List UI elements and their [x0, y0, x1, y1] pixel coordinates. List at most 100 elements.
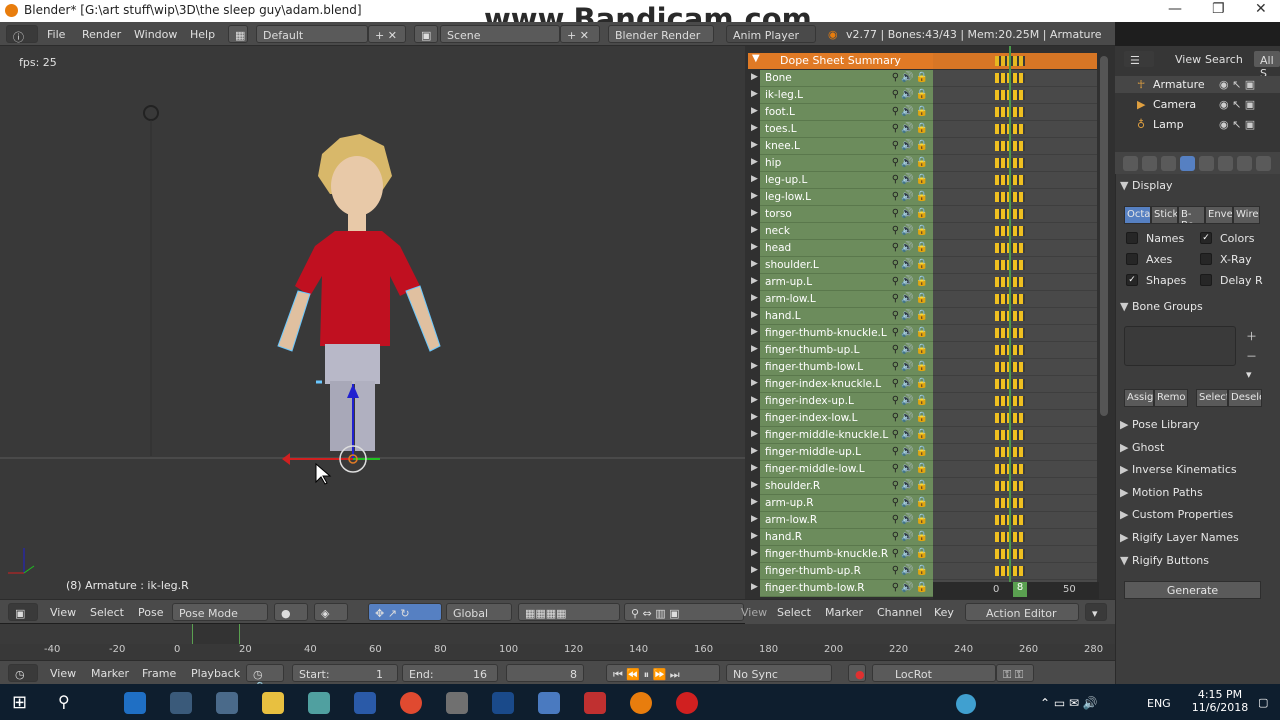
bone-group-list[interactable]	[1124, 326, 1236, 366]
channel-row[interactable]: ▶ finger-index-low.L ⚲🔊🔒	[751, 410, 933, 427]
app-icon-2[interactable]	[308, 692, 330, 714]
xray-checkbox[interactable]	[1200, 253, 1212, 265]
constraint-tab-icon[interactable]	[1218, 156, 1233, 171]
tray-icons[interactable]: ⌃ ▭ ✉ 🔊	[1040, 696, 1098, 710]
remove-icon[interactable]: －	[1246, 348, 1257, 364]
channel-row[interactable]: ▶ leg-low.L ⚲🔊🔒	[751, 189, 933, 206]
record-button[interactable]: ●	[848, 664, 866, 682]
menu-view[interactable]: View	[741, 606, 767, 619]
physics-tab-icon[interactable]	[1256, 156, 1271, 171]
channel-row[interactable]: ▶ shoulder.R ⚲🔊🔒	[751, 478, 933, 495]
menu-frame[interactable]: Frame	[142, 667, 176, 680]
section-bone-groups[interactable]: ▼ Bone Groups	[1120, 300, 1266, 320]
delay-checkbox[interactable]	[1200, 274, 1212, 286]
store-icon[interactable]	[216, 692, 238, 714]
channel-row[interactable]: ▶ arm-low.L ⚲🔊🔒	[751, 291, 933, 308]
add-icon[interactable]: ＋	[1246, 328, 1257, 344]
dope-sheet-scrollbar[interactable]	[1100, 56, 1108, 416]
channel-row[interactable]: ▶ torso ⚲🔊🔒	[751, 206, 933, 223]
maximize-icon[interactable]: ❐	[1212, 1, 1225, 17]
layout-icon[interactable]: ▦	[228, 25, 248, 43]
sync-select[interactable]: No Sync	[726, 664, 832, 682]
menu-search[interactable]: Search	[1205, 53, 1243, 66]
windows-start-icon[interactable]: ⊞	[12, 692, 34, 714]
bandicam-icon[interactable]	[676, 692, 698, 714]
outliner-row-lamp[interactable]: ♁ Lamp ◉ ↖ ▣	[1115, 116, 1280, 133]
menu-view[interactable]: View	[1175, 53, 1201, 66]
channel-row[interactable]: ▶ shoulder.L ⚲🔊🔒	[751, 257, 933, 274]
outliner-row-armature[interactable]: ☥ Armature ◉ ↖ ▣	[1115, 76, 1280, 93]
chrome-icon[interactable]	[400, 692, 422, 714]
3d-viewport[interactable]	[0, 46, 745, 599]
anim-player-button[interactable]: Anim Player	[726, 25, 816, 43]
section-rigify-layer-names[interactable]: ▶ Rigify Layer Names	[1120, 531, 1266, 551]
section-motion-paths[interactable]: ▶ Motion Paths	[1120, 486, 1266, 506]
outliner[interactable]: ☰ View Search All S ☥ Armature ◉ ↖ ▣ ▶ Came…	[1115, 46, 1280, 152]
file-explorer-icon[interactable]	[262, 692, 284, 714]
remove-button[interactable]: Remo	[1154, 389, 1188, 407]
texture-tab-icon[interactable]	[1237, 156, 1252, 171]
channel-row[interactable]: ▶ finger-index-knuckle.L ⚲🔊🔒	[751, 376, 933, 393]
assign-button[interactable]: Assign	[1124, 389, 1154, 407]
timeline-ruler[interactable]: -40 -20 0 20 40 60 80 100 120 140 160 180 200 220 240 2…	[0, 624, 1115, 660]
scene-add-remove[interactable]: + ✕	[560, 25, 600, 43]
chevron-down-icon[interactable]: ▾	[1085, 603, 1107, 621]
help-icon[interactable]	[956, 694, 976, 714]
scene-tab-icon[interactable]	[1142, 156, 1157, 171]
channel-row[interactable]: ▶ head ⚲🔊🔒	[751, 240, 933, 257]
menu-select[interactable]: Select	[777, 606, 811, 619]
display-bbone[interactable]: B-Bo	[1178, 206, 1205, 224]
channel-row[interactable]: ▶ ik-leg.L ⚲🔊🔒	[751, 87, 933, 104]
channel-row[interactable]: ▶ toes.L ⚲🔊🔒	[751, 121, 933, 138]
display-wire[interactable]: Wire	[1233, 206, 1260, 224]
layout-field[interactable]: Default	[256, 25, 368, 43]
channel-row[interactable]: ▶ hand.L ⚲🔊🔒	[751, 308, 933, 325]
menu-key[interactable]: Key	[934, 606, 954, 619]
menu-render[interactable]: Render	[82, 28, 121, 41]
channel-row[interactable]: ▶ finger-middle-low.L ⚲🔊🔒	[751, 461, 933, 478]
character-model[interactable]	[0, 46, 745, 599]
app-icon-5[interactable]	[584, 692, 606, 714]
channel-row[interactable]: ▶ Bone ⚲🔊🔒	[751, 70, 933, 87]
channel-row[interactable]: ▶ hand.R ⚲🔊🔒	[751, 529, 933, 546]
search-icon[interactable]: ⚲	[58, 692, 80, 714]
end-frame-field[interactable]: End: 16	[402, 664, 498, 682]
display-stick[interactable]: Stick	[1151, 206, 1178, 224]
armature-tab-icon[interactable]	[1180, 156, 1195, 171]
channel-row[interactable]: ▶ finger-thumb-up.L ⚲🔊🔒	[751, 342, 933, 359]
pose-tools[interactable]: ⚲ ⇔ ▥ ▣	[624, 603, 744, 621]
current-frame-badge[interactable]: 8	[1013, 582, 1027, 597]
channel-row[interactable]: ▶ leg-up.L ⚲🔊🔒	[751, 172, 933, 189]
taskbar-clock[interactable]: 4:15 PM 11/6/2018	[1185, 688, 1255, 714]
menu-marker[interactable]: Marker	[91, 667, 129, 680]
menu-marker[interactable]: Marker	[825, 606, 863, 619]
axes-checkbox[interactable]	[1126, 253, 1138, 265]
playback-controls[interactable]: ⏮ ⏪ ⏸ ⏩ ⏭	[606, 664, 720, 682]
render-tab-icon[interactable]	[1123, 156, 1138, 171]
language-indicator[interactable]: ENG	[1147, 697, 1171, 710]
section-inverse-kinematics[interactable]: ▶ Inverse Kinematics	[1120, 463, 1266, 483]
word-icon[interactable]	[354, 692, 376, 714]
generate-button[interactable]: Generate	[1124, 581, 1261, 599]
section-display[interactable]: ▼ Display	[1120, 179, 1266, 199]
section-rigify-buttons[interactable]: ▼ Rigify Buttons	[1120, 554, 1266, 574]
blender-icon[interactable]	[630, 692, 652, 714]
mode-select[interactable]: Pose Mode	[172, 603, 268, 621]
channel-row[interactable]: ▶ neck ⚲🔊🔒	[751, 223, 933, 240]
manipulator-toggle[interactable]: ✥ ↗ ↻	[368, 603, 442, 621]
dope-sheet-summary[interactable]: ▼ Dope Sheet Summary	[748, 53, 933, 69]
channel-row[interactable]: ▶ finger-thumb-up.R ⚲🔊🔒	[751, 563, 933, 580]
close-icon[interactable]: ✕	[1255, 1, 1267, 17]
render-engine-select[interactable]: Blender Render	[608, 25, 714, 43]
notification-icon[interactable]: ▢	[1258, 696, 1268, 709]
deselect-button[interactable]: Desele	[1228, 389, 1262, 407]
section-custom-properties[interactable]: ▶ Custom Properties	[1120, 508, 1266, 528]
photoshop-icon[interactable]	[492, 692, 514, 714]
menu-view[interactable]: View	[50, 667, 76, 680]
menu-select[interactable]: Select	[90, 606, 124, 619]
channel-row[interactable]: ▶ finger-thumb-knuckle.R ⚲🔊🔒	[751, 546, 933, 563]
editor-type-icon[interactable]: ☰	[1123, 50, 1155, 68]
edge-icon[interactable]	[124, 692, 146, 714]
editor-type-icon[interactable]: ▣	[8, 603, 38, 621]
pivot-select[interactable]: ◈	[314, 603, 348, 621]
